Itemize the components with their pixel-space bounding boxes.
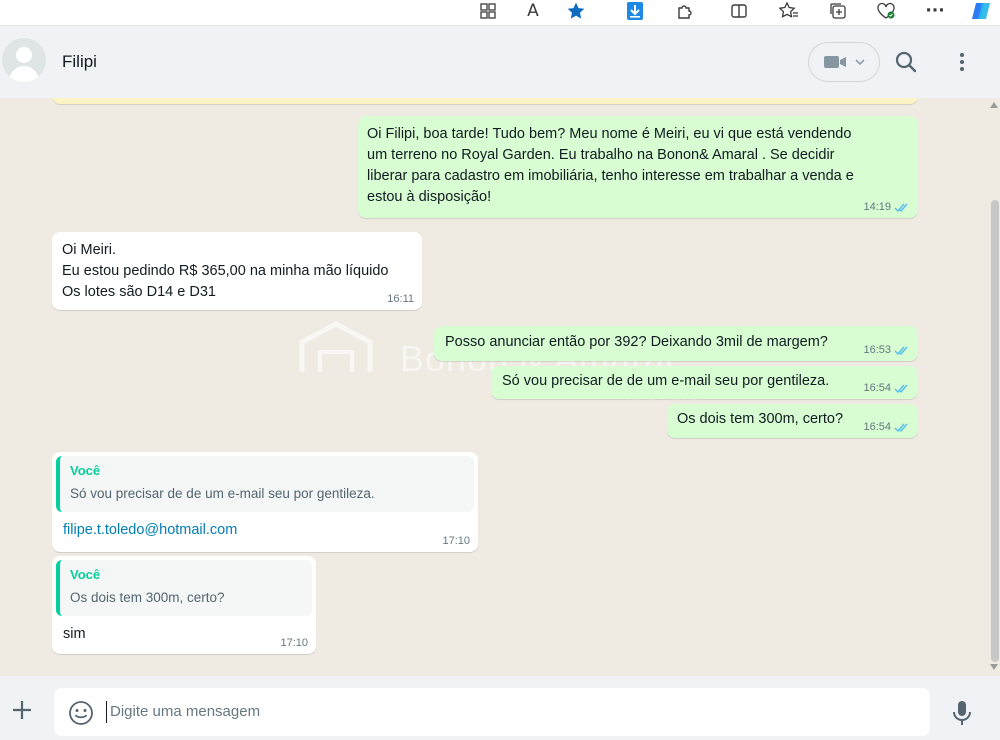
copilot-icon[interactable] xyxy=(968,0,994,22)
scrollbar[interactable] xyxy=(991,200,999,662)
message-text: Posso anunciar então por 392? Deixando 3… xyxy=(445,334,828,350)
plus-icon[interactable] xyxy=(8,696,36,724)
contact-name[interactable]: Filipi xyxy=(62,52,97,72)
extensions-icon[interactable] xyxy=(672,0,698,22)
message-bubble-outgoing[interactable]: Os dois tem 300m, certo? 16:54 xyxy=(667,404,918,438)
read-ticks-icon xyxy=(894,423,908,432)
quoted-message[interactable]: Você Só vou precisar de de um e-mail seu… xyxy=(56,456,474,512)
message-bubble-outgoing[interactable]: Oi Filipi, boa tarde! Tudo bem? Meu nome… xyxy=(358,116,918,218)
video-call-button[interactable] xyxy=(808,42,880,82)
favorites-icon[interactable] xyxy=(776,0,802,22)
message-time: 16:54 xyxy=(863,421,891,433)
message-time: 14:19 xyxy=(863,201,891,213)
menu-icon[interactable] xyxy=(948,48,976,76)
message-meta: 14:19 xyxy=(863,200,910,214)
message-placeholder: Digite uma mensagem xyxy=(110,703,261,720)
message-meta: 17:10 xyxy=(280,636,308,650)
message-time: 17:10 xyxy=(280,637,308,649)
message-text: Só vou precisar de de um e-mail seu por … xyxy=(502,373,830,389)
avatar[interactable] xyxy=(2,38,46,82)
message-meta: 16:54 xyxy=(863,381,910,395)
more-glyph: ··· xyxy=(925,1,945,21)
message-time: 17:10 xyxy=(442,535,470,547)
message-meta: 16:54 xyxy=(863,420,910,434)
quote-author: Você xyxy=(70,463,101,478)
chevron-down-icon xyxy=(855,59,865,65)
chat-area: Bonon & Amaral IMÓVEIS Oi Filipi, boa ta… xyxy=(0,98,1000,676)
split-screen-icon[interactable] xyxy=(726,0,752,22)
quoted-message[interactable]: Você Os dois tem 300m, certo? xyxy=(56,560,312,616)
message-meta: 16:53 xyxy=(863,343,910,357)
emoji-icon[interactable] xyxy=(68,700,94,726)
video-call-icon xyxy=(824,56,846,68)
download-icon[interactable] xyxy=(622,0,648,22)
message-time: 16:54 xyxy=(863,382,891,394)
read-aloud-icon[interactable]: A xyxy=(520,0,546,22)
text-caret xyxy=(106,701,107,723)
email-link[interactable]: filipe.t.toledo@hotmail.com xyxy=(56,512,474,541)
app-grid-icon[interactable] xyxy=(475,0,501,22)
quote-text: Os dois tem 300m, certo? xyxy=(70,590,225,605)
scroll-up-arrow[interactable] xyxy=(990,102,998,108)
notice-strip xyxy=(52,98,918,104)
collections-icon[interactable] xyxy=(825,0,851,22)
chat-header: Filipi xyxy=(0,26,1000,98)
scroll-down-arrow[interactable] xyxy=(990,664,998,670)
message-bubble-incoming[interactable]: Você Os dois tem 300m, certo? sim 17:10 xyxy=(52,556,316,654)
message-time: 16:11 xyxy=(387,293,414,305)
message-bubble-incoming[interactable]: Oi Meiri. Eu estou pedindo R$ 365,00 na … xyxy=(52,232,422,310)
message-time: 16:53 xyxy=(863,344,891,356)
message-bubble-outgoing[interactable]: Só vou precisar de de um e-mail seu por … xyxy=(491,366,918,399)
search-icon[interactable] xyxy=(892,48,920,76)
more-icon[interactable]: ··· xyxy=(922,0,948,22)
message-bubble-incoming[interactable]: Você Só vou precisar de de um e-mail seu… xyxy=(52,452,478,552)
message-meta: 17:10 xyxy=(442,534,470,548)
message-text: sim xyxy=(63,626,86,642)
browser-toolbar: A ··· xyxy=(0,0,1000,26)
message-bubble-outgoing[interactable]: Posso anunciar então por 392? Deixando 3… xyxy=(434,326,918,361)
read-ticks-icon xyxy=(894,346,908,355)
favorite-star-icon[interactable] xyxy=(563,0,589,22)
quote-author: Você xyxy=(70,567,101,582)
composer-footer: Digite uma mensagem xyxy=(0,676,1000,740)
read-ticks-icon xyxy=(894,384,908,393)
microphone-icon[interactable] xyxy=(948,698,976,728)
message-text: Oi Filipi, boa tarde! Tudo bem? Meu nome… xyxy=(367,126,854,205)
read-aloud-glyph: A xyxy=(527,1,539,21)
message-meta: 16:11 xyxy=(387,292,414,306)
quote-text: Só vou precisar de de um e-mail seu por … xyxy=(70,486,375,501)
message-text: Oi Meiri. Eu estou pedindo R$ 365,00 na … xyxy=(62,242,389,300)
browser-essentials-icon[interactable] xyxy=(873,0,899,22)
message-input[interactable]: Digite uma mensagem xyxy=(54,688,930,736)
read-ticks-icon xyxy=(894,203,908,212)
